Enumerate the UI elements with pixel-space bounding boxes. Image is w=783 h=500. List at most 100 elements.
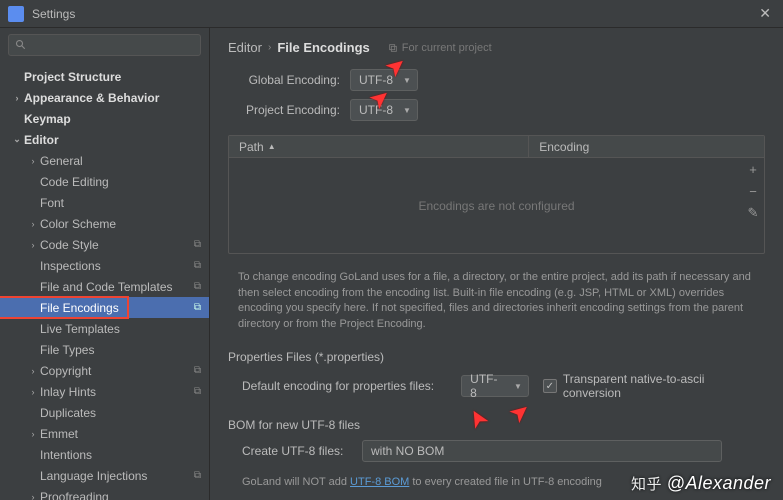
chevron-right-icon: › bbox=[12, 93, 22, 103]
sidebar-item-label: Code Style bbox=[40, 238, 194, 252]
properties-default-row: Default encoding for properties files: U… bbox=[242, 372, 765, 400]
search-icon bbox=[15, 39, 27, 51]
edit-button[interactable]: ✎ bbox=[742, 202, 764, 224]
project-encoding-label: Project Encoding: bbox=[228, 103, 340, 117]
sidebar-item-duplicates[interactable]: Duplicates bbox=[0, 402, 209, 423]
breadcrumb: Editor › File Encodings For current proj… bbox=[228, 40, 765, 55]
copy-icon bbox=[388, 43, 398, 53]
bom-create-row: Create UTF-8 files: bbox=[242, 440, 765, 462]
sidebar-item-label: Keymap bbox=[24, 112, 201, 126]
app-icon bbox=[8, 6, 24, 22]
sidebar-item-label: Inlay Hints bbox=[40, 385, 194, 399]
sidebar: Project Structure›Appearance & BehaviorK… bbox=[0, 28, 210, 500]
project-encoding-dropdown[interactable]: UTF-8 ▼ bbox=[350, 99, 418, 121]
chevron-right-icon: › bbox=[28, 219, 38, 229]
chevron-right-icon: › bbox=[28, 366, 38, 376]
breadcrumb-parent[interactable]: Editor bbox=[228, 40, 262, 55]
sidebar-item-file-types[interactable]: File Types bbox=[0, 339, 209, 360]
sidebar-item-label: General bbox=[40, 154, 201, 168]
sidebar-item-file-encodings[interactable]: File Encodings⧉ bbox=[0, 297, 209, 318]
add-button[interactable]: + bbox=[742, 158, 764, 180]
settings-tree: Project Structure›Appearance & BehaviorK… bbox=[0, 62, 209, 500]
sidebar-item-language-injections[interactable]: Language Injections⧉ bbox=[0, 465, 209, 486]
project-scope-icon: ⧉ bbox=[194, 470, 201, 481]
sidebar-item-code-style[interactable]: ›Code Style⧉ bbox=[0, 234, 209, 255]
global-encoding-dropdown[interactable]: UTF-8 ▼ bbox=[350, 69, 418, 91]
sidebar-item-live-templates[interactable]: Live Templates bbox=[0, 318, 209, 339]
sidebar-item-label: Inspections bbox=[40, 259, 194, 273]
project-scope-icon: ⧉ bbox=[194, 365, 201, 376]
transparent-conversion-checkbox[interactable]: ✓ Transparent native-to-ascii conversion bbox=[543, 372, 765, 400]
search-box[interactable] bbox=[8, 34, 201, 56]
sidebar-item-label: Intentions bbox=[40, 448, 201, 462]
main-panel: Editor › File Encodings For current proj… bbox=[210, 28, 783, 500]
chevron-right-icon: › bbox=[28, 429, 38, 439]
sidebar-item-project-structure[interactable]: Project Structure bbox=[0, 66, 209, 87]
sidebar-item-label: Code Editing bbox=[40, 175, 201, 189]
remove-button[interactable]: − bbox=[742, 180, 764, 202]
sidebar-item-inlay-hints[interactable]: ›Inlay Hints⧉ bbox=[0, 381, 209, 402]
chevron-right-icon: › bbox=[268, 42, 271, 53]
project-scope-icon: ⧉ bbox=[194, 260, 201, 271]
sidebar-item-label: Live Templates bbox=[40, 322, 201, 336]
sidebar-item-appearance-behavior[interactable]: ›Appearance & Behavior bbox=[0, 87, 209, 108]
checkbox-icon: ✓ bbox=[543, 379, 557, 393]
encoding-hint: To change encoding GoLand uses for a fil… bbox=[228, 262, 765, 340]
table-header: Path ▲ Encoding bbox=[229, 136, 764, 158]
sidebar-item-copyright[interactable]: ›Copyright⧉ bbox=[0, 360, 209, 381]
breadcrumb-current: File Encodings bbox=[277, 40, 369, 55]
sort-asc-icon: ▲ bbox=[268, 142, 276, 151]
properties-default-dropdown[interactable]: UTF-8 ▼ bbox=[461, 375, 529, 397]
search-input[interactable] bbox=[31, 39, 194, 51]
sidebar-item-emmet[interactable]: ›Emmet bbox=[0, 423, 209, 444]
sidebar-item-color-scheme[interactable]: ›Color Scheme bbox=[0, 213, 209, 234]
sidebar-item-keymap[interactable]: Keymap bbox=[0, 108, 209, 129]
sidebar-item-editor[interactable]: ⌄Editor bbox=[0, 129, 209, 150]
chevron-right-icon: › bbox=[28, 492, 38, 500]
caret-down-icon: ▼ bbox=[514, 382, 522, 391]
sidebar-item-file-and-code-templates[interactable]: File and Code Templates⧉ bbox=[0, 276, 209, 297]
project-scope-icon: ⧉ bbox=[194, 302, 201, 313]
close-icon[interactable]: ✕ bbox=[755, 5, 775, 22]
encodings-table: Path ▲ Encoding Encodings are not config… bbox=[228, 135, 765, 254]
chevron-down-icon: ⌄ bbox=[12, 134, 22, 145]
sidebar-item-label: File and Code Templates bbox=[40, 280, 194, 294]
bom-section-label: BOM for new UTF-8 files bbox=[228, 418, 765, 432]
sidebar-item-label: Proofreading bbox=[40, 490, 201, 500]
window-title: Settings bbox=[32, 7, 755, 21]
sidebar-item-label: Duplicates bbox=[40, 406, 201, 420]
properties-default-label: Default encoding for properties files: bbox=[242, 379, 451, 393]
sidebar-item-general[interactable]: ›General bbox=[0, 150, 209, 171]
project-encoding-row: Project Encoding: UTF-8 ▼ bbox=[228, 99, 765, 121]
bom-create-field[interactable] bbox=[362, 440, 722, 462]
properties-section-label: Properties Files (*.properties) bbox=[228, 350, 765, 364]
sidebar-item-intentions[interactable]: Intentions bbox=[0, 444, 209, 465]
chevron-right-icon: › bbox=[28, 387, 38, 397]
sidebar-item-label: Appearance & Behavior bbox=[24, 91, 201, 105]
watermark: @Alexander bbox=[631, 473, 771, 494]
sidebar-item-label: Project Structure bbox=[24, 70, 201, 84]
utf8-bom-link[interactable]: UTF-8 BOM bbox=[350, 476, 409, 488]
sidebar-item-proofreading[interactable]: ›Proofreading bbox=[0, 486, 209, 500]
titlebar: Settings ✕ bbox=[0, 0, 783, 28]
column-path[interactable]: Path ▲ bbox=[229, 136, 529, 157]
project-scope-tag: For current project bbox=[388, 42, 492, 54]
sidebar-item-label: File Encodings bbox=[40, 301, 194, 315]
table-body: Encodings are not configured + − ✎ bbox=[229, 158, 764, 253]
sidebar-item-label: Font bbox=[40, 196, 201, 210]
sidebar-item-label: File Types bbox=[40, 343, 201, 357]
sidebar-item-label: Color Scheme bbox=[40, 217, 201, 231]
caret-down-icon: ▼ bbox=[403, 76, 411, 85]
sidebar-item-inspections[interactable]: Inspections⧉ bbox=[0, 255, 209, 276]
sidebar-item-label: Emmet bbox=[40, 427, 201, 441]
sidebar-item-label: Copyright bbox=[40, 364, 194, 378]
project-scope-icon: ⧉ bbox=[194, 386, 201, 397]
project-scope-icon: ⧉ bbox=[194, 281, 201, 292]
empty-state: Encodings are not configured bbox=[418, 199, 574, 213]
chevron-right-icon: › bbox=[28, 156, 38, 166]
chevron-right-icon: › bbox=[28, 240, 38, 250]
sidebar-item-font[interactable]: Font bbox=[0, 192, 209, 213]
sidebar-item-code-editing[interactable]: Code Editing bbox=[0, 171, 209, 192]
column-encoding[interactable]: Encoding bbox=[529, 136, 764, 157]
sidebar-item-label: Editor bbox=[24, 133, 201, 147]
